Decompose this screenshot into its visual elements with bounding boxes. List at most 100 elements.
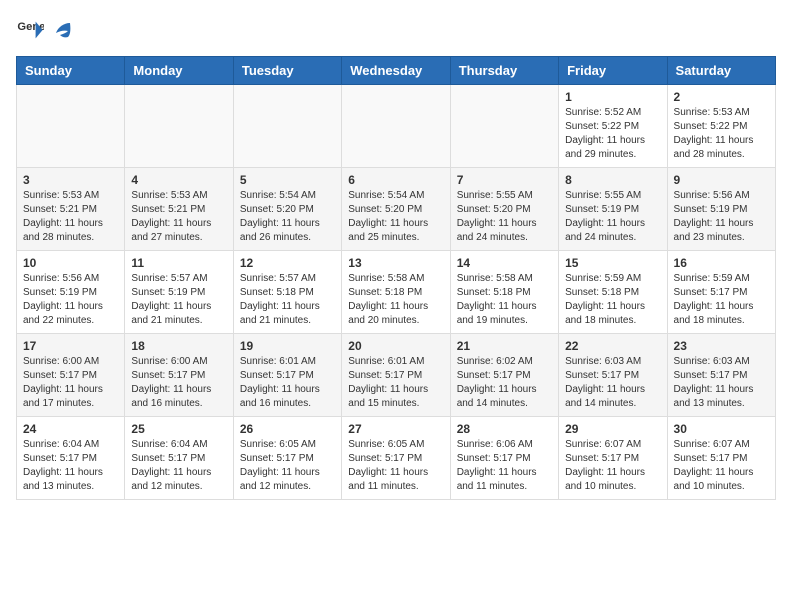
day-info: Sunrise: 5:53 AM Sunset: 5:21 PM Dayligh… (23, 189, 118, 245)
calendar-cell: 20 Sunrise: 6:01 AM Sunset: 5:17 PM Dayli… (342, 334, 450, 417)
calendar-cell: 27 Sunrise: 6:05 AM Sunset: 5:17 PM Dayli… (342, 417, 450, 500)
calendar-header-wednesday: Wednesday (342, 57, 450, 85)
day-number: 17 (23, 339, 118, 353)
day-info: Sunrise: 5:54 AM Sunset: 5:20 PM Dayligh… (348, 189, 443, 245)
calendar-cell: 9 Sunrise: 5:56 AM Sunset: 5:19 PM Daylig… (667, 168, 775, 251)
day-info: Sunrise: 5:55 AM Sunset: 5:19 PM Dayligh… (565, 189, 660, 245)
calendar-cell: 18 Sunrise: 6:00 AM Sunset: 5:17 PM Dayli… (125, 334, 233, 417)
page-header: General (16, 16, 776, 44)
calendar-cell: 29Sunrise: 6:07 AM Sunset: 5:17 PM Dayli… (559, 417, 667, 500)
day-number: 10 (23, 256, 118, 270)
day-number: 30 (674, 422, 769, 436)
calendar-cell: 14 Sunrise: 5:58 AM Sunset: 5:18 PM Dayli… (450, 251, 558, 334)
calendar-cell: 26Sunrise: 6:05 AM Sunset: 5:17 PM Dayli… (233, 417, 341, 500)
day-number: 21 (457, 339, 552, 353)
calendar-header-saturday: Saturday (667, 57, 775, 85)
calendar-cell: 2 Sunrise: 5:53 AM Sunset: 5:22 PM Daylig… (667, 85, 775, 168)
day-info: Sunrise: 5:55 AM Sunset: 5:20 PM Dayligh… (457, 189, 552, 245)
day-info: Sunrise: 6:02 AM Sunset: 5:17 PM Dayligh… (457, 355, 552, 411)
calendar-week-row: 10 Sunrise: 5:56 AM Sunset: 5:19 PM Dayli… (17, 251, 776, 334)
day-info: Sunrise: 6:03 AM Sunset: 5:17 PM Dayligh… (565, 355, 660, 411)
calendar-cell: 24Sunrise: 6:04 AM Sunset: 5:17 PM Dayli… (17, 417, 125, 500)
day-number: 13 (348, 256, 443, 270)
day-number: 14 (457, 256, 552, 270)
calendar-cell (17, 85, 125, 168)
day-info: Sunrise: 6:06 AM Sunset: 5:17 PM Dayligh… (457, 438, 552, 494)
day-number: 12 (240, 256, 335, 270)
calendar-cell: 10 Sunrise: 5:56 AM Sunset: 5:19 PM Dayli… (17, 251, 125, 334)
day-info: Sunrise: 5:52 AM Sunset: 5:22 PM Dayligh… (565, 106, 660, 162)
calendar-cell: 15 Sunrise: 5:59 AM Sunset: 5:18 PM Dayli… (559, 251, 667, 334)
calendar-header-monday: Monday (125, 57, 233, 85)
calendar-cell (450, 85, 558, 168)
calendar-header-row: SundayMondayTuesdayWednesdayThursdayFrid… (17, 57, 776, 85)
day-info: Sunrise: 5:56 AM Sunset: 5:19 PM Dayligh… (674, 189, 769, 245)
day-info: Sunrise: 6:07 AM Sunset: 5:17 PM Dayligh… (674, 438, 769, 494)
calendar-cell: 5Sunrise: 5:54 AM Sunset: 5:20 PM Daylig… (233, 168, 341, 251)
day-info: Sunrise: 6:04 AM Sunset: 5:17 PM Dayligh… (131, 438, 226, 494)
calendar-cell: 28 Sunrise: 6:06 AM Sunset: 5:17 PM Dayli… (450, 417, 558, 500)
calendar-header-tuesday: Tuesday (233, 57, 341, 85)
calendar-header-sunday: Sunday (17, 57, 125, 85)
calendar-cell (125, 85, 233, 168)
day-info: Sunrise: 5:56 AM Sunset: 5:19 PM Dayligh… (23, 272, 118, 328)
logo: General (16, 16, 76, 44)
logo-icon: General (16, 16, 44, 44)
day-number: 1 (565, 90, 660, 104)
day-info: Sunrise: 5:53 AM Sunset: 5:21 PM Dayligh… (131, 189, 226, 245)
day-number: 22 (565, 339, 660, 353)
day-info: Sunrise: 6:00 AM Sunset: 5:17 PM Dayligh… (131, 355, 226, 411)
calendar-cell: 13 Sunrise: 5:58 AM Sunset: 5:18 PM Dayli… (342, 251, 450, 334)
day-number: 11 (131, 256, 226, 270)
day-info: Sunrise: 5:57 AM Sunset: 5:18 PM Dayligh… (240, 272, 335, 328)
day-number: 6 (348, 173, 443, 187)
calendar-table: SundayMondayTuesdayWednesdayThursdayFrid… (16, 56, 776, 500)
calendar-header-friday: Friday (559, 57, 667, 85)
calendar-header-thursday: Thursday (450, 57, 558, 85)
day-number: 7 (457, 173, 552, 187)
day-info: Sunrise: 5:59 AM Sunset: 5:18 PM Dayligh… (565, 272, 660, 328)
day-number: 26 (240, 422, 335, 436)
calendar-cell (342, 85, 450, 168)
day-info: Sunrise: 6:03 AM Sunset: 5:17 PM Dayligh… (674, 355, 769, 411)
day-info: Sunrise: 6:00 AM Sunset: 5:17 PM Dayligh… (23, 355, 118, 411)
calendar-cell: 3 Sunrise: 5:53 AM Sunset: 5:21 PM Daylig… (17, 168, 125, 251)
calendar-cell: 22 Sunrise: 6:03 AM Sunset: 5:17 PM Dayli… (559, 334, 667, 417)
day-info: Sunrise: 5:58 AM Sunset: 5:18 PM Dayligh… (457, 272, 552, 328)
day-info: Sunrise: 5:59 AM Sunset: 5:17 PM Dayligh… (674, 272, 769, 328)
day-number: 20 (348, 339, 443, 353)
day-number: 9 (674, 173, 769, 187)
day-info: Sunrise: 5:58 AM Sunset: 5:18 PM Dayligh… (348, 272, 443, 328)
calendar-cell: 19Sunrise: 6:01 AM Sunset: 5:17 PM Dayli… (233, 334, 341, 417)
calendar-cell: 6 Sunrise: 5:54 AM Sunset: 5:20 PM Daylig… (342, 168, 450, 251)
day-number: 27 (348, 422, 443, 436)
calendar-week-row: 17 Sunrise: 6:00 AM Sunset: 5:17 PM Dayli… (17, 334, 776, 417)
day-number: 15 (565, 256, 660, 270)
day-info: Sunrise: 5:53 AM Sunset: 5:22 PM Dayligh… (674, 106, 769, 162)
calendar-week-row: 3 Sunrise: 5:53 AM Sunset: 5:21 PM Daylig… (17, 168, 776, 251)
calendar-cell: 23Sunrise: 6:03 AM Sunset: 5:17 PM Dayli… (667, 334, 775, 417)
day-number: 3 (23, 173, 118, 187)
calendar-cell: 25 Sunrise: 6:04 AM Sunset: 5:17 PM Dayli… (125, 417, 233, 500)
day-info: Sunrise: 6:01 AM Sunset: 5:17 PM Dayligh… (348, 355, 443, 411)
day-number: 25 (131, 422, 226, 436)
day-number: 28 (457, 422, 552, 436)
logo-bird-icon (50, 19, 74, 43)
day-info: Sunrise: 6:05 AM Sunset: 5:17 PM Dayligh… (348, 438, 443, 494)
calendar-week-row: 24 Sunrise: 6:04 AM Sunset: 5:17 PM Dayli… (17, 417, 776, 500)
day-number: 19 (240, 339, 335, 353)
calendar-cell: 4Sunrise: 5:53 AM Sunset: 5:21 PM Daylig… (125, 168, 233, 251)
calendar-cell (233, 85, 341, 168)
calendar-cell: 8 Sunrise: 5:55 AM Sunset: 5:19 PM Daylig… (559, 168, 667, 251)
day-number: 8 (565, 173, 660, 187)
calendar-cell: 17 Sunrise: 6:00 AM Sunset: 5:17 PM Dayli… (17, 334, 125, 417)
day-number: 16 (674, 256, 769, 270)
calendar-week-row: 1 Sunrise: 5:52 AM Sunset: 5:22 PM Daylig… (17, 85, 776, 168)
day-number: 18 (131, 339, 226, 353)
calendar-cell: 16 Sunrise: 5:59 AM Sunset: 5:17 PM Dayli… (667, 251, 775, 334)
calendar-cell: 12 Sunrise: 5:57 AM Sunset: 5:18 PM Dayli… (233, 251, 341, 334)
day-info: Sunrise: 5:57 AM Sunset: 5:19 PM Dayligh… (131, 272, 226, 328)
day-number: 29 (565, 422, 660, 436)
day-number: 2 (674, 90, 769, 104)
day-number: 24 (23, 422, 118, 436)
